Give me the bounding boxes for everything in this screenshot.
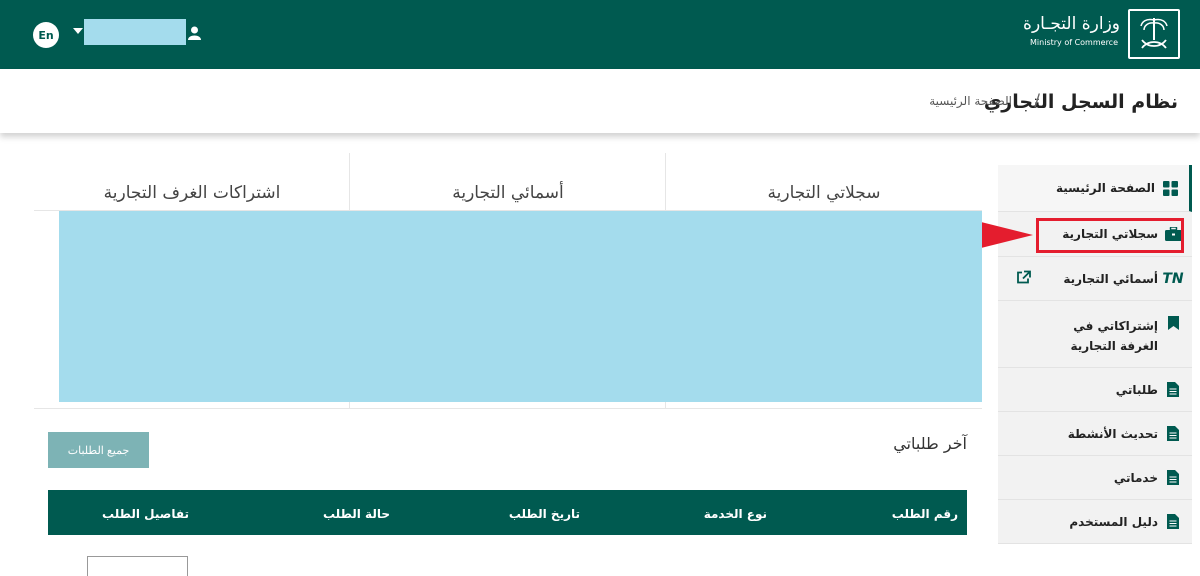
- column-header-request-status: حالة الطلب: [322, 507, 390, 521]
- column-header-request-details: تفاصيل الطلب: [102, 507, 189, 521]
- sidebar-item-label: طلباتي: [1115, 382, 1158, 397]
- user-name-redacted[interactable]: [84, 19, 186, 45]
- tn-icon: TN: [1162, 270, 1184, 287]
- sidebar-item-label: إشتراكاتي في الغرفة التجارية: [1070, 319, 1158, 353]
- tabs-bar: سجلاتي التجارية أسمائي التجارية اشتراكات…: [34, 153, 982, 408]
- column-header-request-date: تاريخ الطلب: [508, 507, 580, 521]
- language-toggle-button[interactable]: En: [33, 22, 59, 48]
- sidebar-item-label: الصفحة الرئيسية: [1055, 181, 1155, 195]
- ministry-emblem-icon: [1128, 9, 1180, 59]
- column-header-service-type: نوع الخدمة: [703, 507, 767, 521]
- sidebar-item-label: أسمائي التجارية: [1063, 271, 1158, 286]
- file-icon: [1164, 381, 1182, 399]
- external-link-icon: [1016, 270, 1031, 287]
- sidebar-item-label: دليل المستخدم: [1069, 514, 1158, 529]
- top-header: وزارة التجـارة Ministry of Commerce En: [0, 0, 1200, 69]
- sidebar-item-home[interactable]: الصفحة الرئيسية: [998, 165, 1192, 212]
- sidebar-item-chamber-subscriptions[interactable]: إشتراكاتي في الغرفة التجارية: [998, 301, 1192, 368]
- breadcrumb-separator: /: [1034, 91, 1040, 111]
- sidebar-item-trade-names[interactable]: TN أسمائي التجارية: [998, 257, 1192, 301]
- breadcrumb-home-link[interactable]: الصفحة الرئيسية: [929, 94, 1012, 108]
- tab-my-records[interactable]: سجلاتي التجارية: [666, 153, 982, 211]
- sidebar-item-my-requests[interactable]: طلباتي: [998, 368, 1192, 412]
- all-requests-button[interactable]: جميع الطلبات: [48, 432, 149, 468]
- bookmark-icon: [1164, 314, 1182, 332]
- title-bar: نظام السجل التجاري / الصفحة الرئيسية: [0, 69, 1200, 133]
- user-menu-caret-icon[interactable]: [73, 28, 83, 34]
- divider: [34, 408, 982, 409]
- grid-icon: [1161, 179, 1179, 197]
- tab-chamber-subscriptions[interactable]: اشتراكات الغرف التجارية: [34, 153, 350, 211]
- request-details-button[interactable]: [87, 556, 188, 576]
- tab-trade-names[interactable]: أسمائي التجارية: [350, 153, 666, 211]
- requests-table-header: رقم الطلب نوع الخدمة تاريخ الطلب حالة ال…: [48, 490, 967, 535]
- tab-content-redacted: [59, 211, 982, 402]
- ministry-name-ar: وزارة التجـارة: [1023, 14, 1120, 34]
- sidebar-item-my-services[interactable]: خدماتي: [998, 456, 1192, 500]
- sidebar-item-label: خدماتي: [1113, 470, 1158, 485]
- file-icon: [1164, 425, 1182, 443]
- column-header-request-number: رقم الطلب: [891, 507, 958, 521]
- user-icon[interactable]: [188, 25, 201, 44]
- sidebar-item-user-guide[interactable]: دليل المستخدم: [998, 500, 1192, 544]
- sidebar-item-update-activities[interactable]: تحديث الأنشطة: [998, 412, 1192, 456]
- ministry-name-en: Ministry of Commerce: [1030, 38, 1118, 47]
- sidebar-item-label: تحديث الأنشطة: [1067, 426, 1158, 441]
- file-icon: [1164, 513, 1182, 531]
- file-icon: [1164, 469, 1182, 487]
- page-title: نظام السجل التجاري: [983, 91, 1178, 113]
- recent-requests-title: آخر طلباتي: [893, 434, 967, 453]
- highlight-box: [1036, 218, 1184, 253]
